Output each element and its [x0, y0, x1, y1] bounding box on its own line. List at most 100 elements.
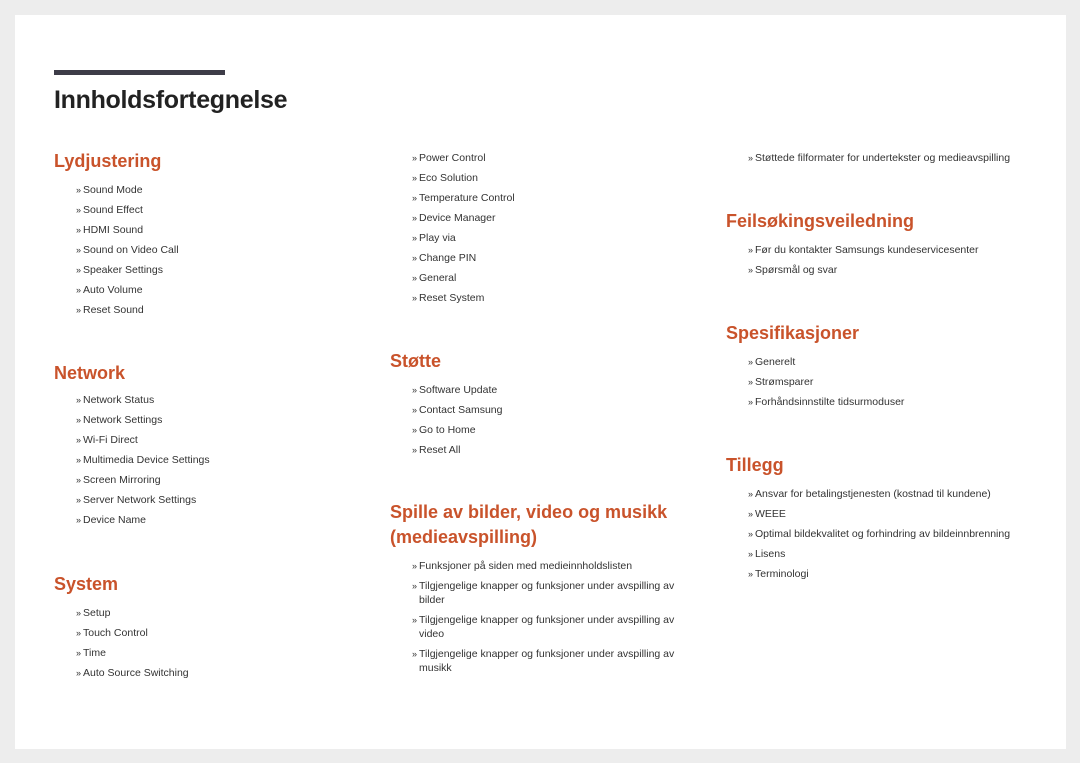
toc-link-label: Spørsmål og svar: [755, 264, 838, 276]
section-items: » Støttede filformater for undertekster o…: [726, 151, 1010, 165]
toc-link-label: Network Settings: [83, 414, 163, 426]
toc-link[interactable]: » Tilgjengelige knapper og funksjoner und…: [390, 579, 690, 607]
toc-link[interactable]: » WEEE: [726, 507, 1010, 521]
bullet-chevron-icon: »: [76, 205, 82, 215]
section-system: System » Setup» Touch Control» Time» Auto So…: [54, 572, 189, 686]
toc-link[interactable]: » Sound Effect: [54, 203, 179, 217]
toc-link[interactable]: » Tilgjengelige knapper og funksjoner und…: [390, 613, 690, 641]
bullet-chevron-icon: »: [76, 608, 82, 618]
bullet-chevron-icon: »: [76, 628, 82, 638]
section-title-lydjustering[interactable]: Lydjustering: [54, 149, 179, 173]
section-media: Spille av bilder, video og musikk (medie…: [390, 500, 690, 681]
bullet-chevron-icon: »: [412, 233, 418, 243]
toc-link[interactable]: » Temperature Control: [390, 191, 515, 205]
toc-link[interactable]: » Touch Control: [54, 626, 189, 640]
toc-link[interactable]: » Optimal bildekvalitet og forhindring av…: [726, 527, 1010, 541]
toc-link[interactable]: » Reset All: [390, 443, 502, 457]
bullet-chevron-icon: »: [412, 405, 418, 415]
toc-link[interactable]: » Device Name: [54, 513, 210, 527]
toc-link[interactable]: » Contact Samsung: [390, 403, 502, 417]
bullet-chevron-icon: »: [76, 185, 82, 195]
section-items: » Setup» Touch Control» Time» Auto Source Sw…: [54, 606, 189, 680]
toc-link-label: Sound Mode: [83, 184, 143, 196]
toc-link-label: WEEE: [755, 508, 786, 520]
toc-link[interactable]: » Reset System: [390, 291, 515, 305]
toc-link[interactable]: » Tilgjengelige knapper og funksjoner und…: [390, 647, 690, 675]
toc-link-label: Power Control: [419, 152, 486, 164]
toc-link[interactable]: » Generelt: [726, 355, 904, 369]
toc-link[interactable]: » Multimedia Device Settings: [54, 453, 210, 467]
toc-link-label: Touch Control: [83, 627, 148, 639]
toc-link[interactable]: » Eco Solution: [390, 171, 515, 185]
toc-link[interactable]: » HDMI Sound: [54, 223, 179, 237]
toc-link[interactable]: » Spørsmål og svar: [726, 263, 979, 277]
toc-link-label: Strømsparer: [755, 376, 814, 388]
section-items: » Før du kontakter Samsungs kundeservices…: [726, 243, 979, 277]
toc-link[interactable]: » Sound on Video Call: [54, 243, 179, 257]
bullet-chevron-icon: »: [748, 509, 754, 519]
bullet-chevron-icon: »: [412, 385, 418, 395]
toc-link[interactable]: » Auto Volume: [54, 283, 179, 297]
toc-link[interactable]: » Network Status: [54, 393, 210, 407]
bullet-chevron-icon: »: [76, 245, 82, 255]
section-title-network[interactable]: Network: [54, 361, 210, 385]
section-stotte: Støtte » Software Update» Contact Samsung»…: [390, 349, 502, 463]
toc-link[interactable]: » Time: [54, 646, 189, 660]
toc-link-label: Ansvar for betalingstjenesten (kostnad t…: [755, 488, 991, 500]
toc-link[interactable]: » Funksjoner på siden med medieinnholdsli…: [390, 559, 690, 573]
toc-link[interactable]: » Forhåndsinnstilte tidsurmoduser: [726, 395, 904, 409]
toc-link[interactable]: » Server Network Settings: [54, 493, 210, 507]
toc-link[interactable]: » Før du kontakter Samsungs kundeservices…: [726, 243, 979, 257]
toc-link[interactable]: » Sound Mode: [54, 183, 179, 197]
toc-link[interactable]: » General: [390, 271, 515, 285]
toc-link-label: HDMI Sound: [83, 224, 144, 236]
toc-link[interactable]: » Terminologi: [726, 567, 1010, 581]
section-title-tillegg[interactable]: Tillegg: [726, 453, 1010, 477]
toc-link[interactable]: » Støttede filformater for undertekster o…: [726, 151, 1010, 165]
toc-link-label: Sound Effect: [83, 204, 143, 216]
toc-link-label: Generelt: [755, 356, 796, 368]
bullet-chevron-icon: »: [76, 285, 82, 295]
toc-link[interactable]: » Play via: [390, 231, 515, 245]
section-title-stotte[interactable]: Støtte: [390, 349, 502, 373]
toc-link[interactable]: » Software Update: [390, 383, 502, 397]
toc-link-label: Multimedia Device Settings: [83, 454, 210, 466]
toc-link[interactable]: » Lisens: [726, 547, 1010, 561]
bullet-chevron-icon: »: [412, 581, 418, 591]
toc-link[interactable]: » Ansvar for betalingstjenesten (kostnad …: [726, 487, 1010, 501]
toc-link-label: Før du kontakter Samsungs kundeservicese…: [755, 244, 979, 256]
toc-link-label: Wi-Fi Direct: [83, 434, 138, 446]
toc-link-label: Time: [83, 647, 106, 659]
section-items: » Generelt » Strømsparer » Forhåndsinnstilte …: [726, 355, 904, 409]
toc-link[interactable]: » Reset Sound: [54, 303, 179, 317]
toc-link[interactable]: » Strømsparer: [726, 375, 904, 389]
toc-link[interactable]: » Auto Source Switching: [54, 666, 189, 680]
section-lydjustering: Lydjustering » Sound Mode» Sound Effect» HD…: [54, 149, 179, 323]
toc-link[interactable]: » Go to Home: [390, 423, 502, 437]
toc-link[interactable]: » Wi-Fi Direct: [54, 433, 210, 447]
toc-link-label: Device Manager: [419, 212, 496, 224]
bullet-chevron-icon: »: [76, 305, 82, 315]
toc-link[interactable]: » Screen Mirroring: [54, 473, 210, 487]
section-title-media[interactable]: Spille av bilder, video og musikk (medie…: [390, 500, 690, 550]
toc-link[interactable]: » Network Settings: [54, 413, 210, 427]
bullet-chevron-icon: »: [76, 415, 82, 425]
toc-link[interactable]: » Speaker Settings: [54, 263, 179, 277]
toc-link-label: Network Status: [83, 394, 155, 406]
toc-link-label: Setup: [83, 607, 111, 619]
section-title-system[interactable]: System: [54, 572, 189, 596]
toc-link-label: Speaker Settings: [83, 264, 163, 276]
section-title-feilsoking[interactable]: Feilsøkingsveiledning: [726, 209, 979, 233]
section-items: » Software Update» Contact Samsung» Go to H…: [390, 383, 502, 457]
bullet-chevron-icon: »: [412, 273, 418, 283]
bullet-chevron-icon: »: [76, 515, 82, 525]
toc-link[interactable]: » Device Manager: [390, 211, 515, 225]
toc-link[interactable]: » Change PIN: [390, 251, 515, 265]
toc-link-label: Play via: [419, 232, 456, 244]
toc-link[interactable]: » Power Control: [390, 151, 515, 165]
bullet-chevron-icon: »: [412, 293, 418, 303]
toc-link-label: Tilgjengelige knapper og funksjoner unde…: [419, 614, 675, 640]
toc-link-label: Contact Samsung: [419, 404, 503, 416]
toc-link[interactable]: » Setup: [54, 606, 189, 620]
section-title-spesifikasjoner[interactable]: Spesifikasjoner: [726, 321, 904, 345]
